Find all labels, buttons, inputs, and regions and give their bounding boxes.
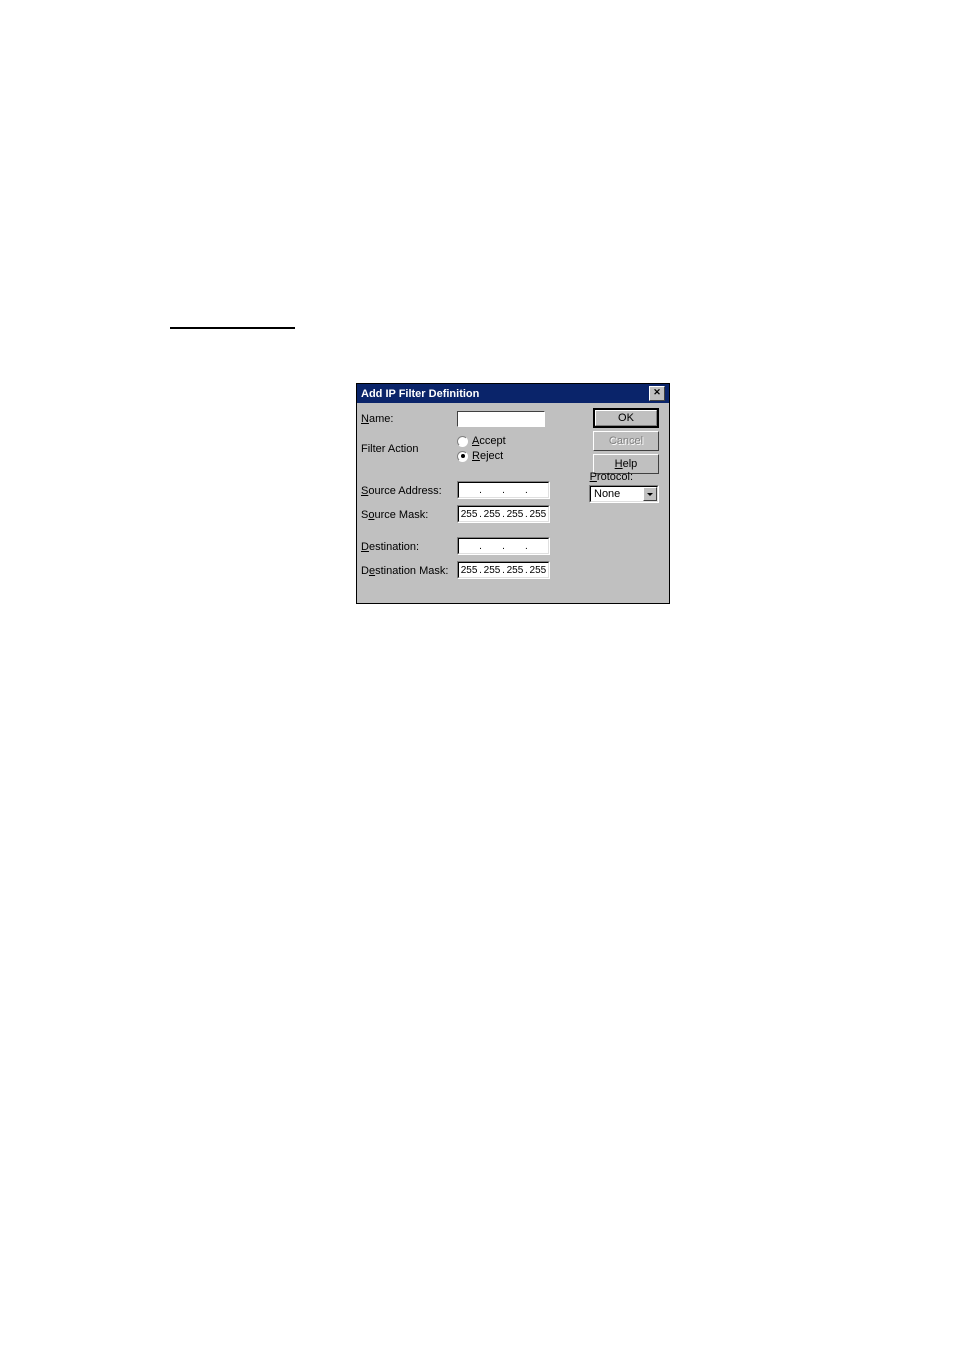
radio-selected-icon xyxy=(461,454,465,458)
source-address-label: Source Address: xyxy=(361,485,442,497)
ip-octet[interactable]: 255 xyxy=(529,509,547,520)
destination-input[interactable]: . . . xyxy=(457,537,550,555)
ip-octet[interactable]: 255 xyxy=(506,509,524,520)
ip-octet[interactable]: 255 xyxy=(483,565,501,576)
ip-octet[interactable]: 255 xyxy=(460,509,478,520)
source-mask-label: Source Mask: xyxy=(361,509,428,521)
name-label: Name: xyxy=(361,413,393,425)
protocol-selected-value: None xyxy=(594,488,620,500)
chevron-down-icon xyxy=(647,493,653,496)
destination-mask-label: Destination Mask: xyxy=(361,565,448,577)
add-ip-filter-dialog: Add IP Filter Definition ✕ Name: Filter … xyxy=(356,383,670,604)
help-button-label: Help xyxy=(615,458,638,470)
cancel-button[interactable]: Cancel xyxy=(593,431,659,451)
ip-octet[interactable]: 255 xyxy=(483,509,501,520)
protocol-select[interactable]: None xyxy=(589,485,659,503)
ip-octet[interactable]: 255 xyxy=(506,565,524,576)
dialog-body: Name: Filter Action Accept Reject Sou xyxy=(357,403,669,603)
reject-label: Reject xyxy=(472,450,503,462)
close-button[interactable]: ✕ xyxy=(649,386,665,401)
close-icon: ✕ xyxy=(653,387,661,397)
ip-octet[interactable]: 255 xyxy=(529,565,547,576)
accept-radio[interactable]: Accept xyxy=(457,435,506,447)
dialog-title: Add IP Filter Definition xyxy=(361,388,479,400)
decorative-underline xyxy=(170,327,295,329)
source-mask-input[interactable]: 255. 255. 255. 255 xyxy=(457,505,550,523)
dropdown-arrow xyxy=(643,487,657,501)
dialog-titlebar: Add IP Filter Definition ✕ xyxy=(357,384,669,403)
cancel-button-label: Cancel xyxy=(609,435,643,447)
protocol-label: Protocol: xyxy=(590,471,633,483)
source-address-input[interactable]: . . . xyxy=(457,481,550,499)
filter-action-radio-group: Accept Reject xyxy=(457,435,506,462)
name-input[interactable] xyxy=(457,411,545,427)
radio-icon xyxy=(457,451,468,462)
destination-label: Destination: xyxy=(361,541,419,553)
ok-button[interactable]: OK xyxy=(593,408,659,428)
ok-button-label: OK xyxy=(618,412,634,424)
reject-radio[interactable]: Reject xyxy=(457,450,506,462)
ip-octet[interactable]: 255 xyxy=(460,565,478,576)
destination-mask-input[interactable]: 255. 255. 255. 255 xyxy=(457,561,550,579)
filter-action-label: Filter Action xyxy=(361,443,418,455)
radio-icon xyxy=(457,436,468,447)
accept-label: Accept xyxy=(472,435,506,447)
button-panel: OK Cancel Help xyxy=(593,408,659,474)
